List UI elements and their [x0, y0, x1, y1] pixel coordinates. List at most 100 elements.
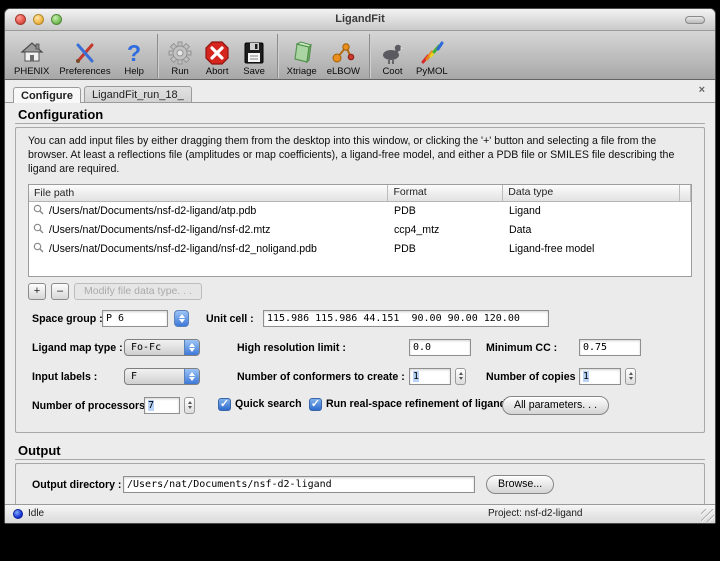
table-body: /Users/nat/Documents/nsf-d2-ligand/atp.p…	[29, 202, 691, 276]
quick-search-checkbox[interactable]: ✓ Quick search	[218, 398, 302, 411]
status-indicator-icon	[13, 509, 23, 519]
form-row-output-dir: Output directory : /Users/nat/Documents/…	[28, 476, 696, 495]
toolbar-item-pymol[interactable]: PyMOL	[411, 37, 453, 79]
toolbar-separator	[277, 34, 278, 78]
conformers-label: Number of conformers to create :	[237, 371, 405, 383]
toolbar-item-xtriage[interactable]: Xtriage	[282, 37, 322, 79]
minimum-cc-label: Minimum CC :	[486, 342, 557, 354]
elbow-molecule-icon	[330, 39, 357, 66]
form-row-input-labels: Input labels : F Number of conformers to…	[28, 368, 696, 387]
format-cell: PDB	[389, 243, 504, 255]
checkbox-check-icon: ✓	[218, 398, 231, 411]
input-labels-dropdown[interactable]: F	[124, 368, 200, 385]
space-group-stepper[interactable]	[174, 310, 189, 327]
toolbar-label: PyMOL	[416, 66, 448, 77]
toolbar-item-preferences[interactable]: Preferences	[54, 37, 115, 79]
column-header-file-path[interactable]: File path	[29, 185, 388, 201]
preferences-tools-icon	[71, 39, 98, 66]
space-group-field[interactable]: P 6	[102, 310, 168, 327]
project-label: Project: nsf-d2-ligand	[488, 508, 583, 519]
title-bar: LigandFit	[5, 9, 715, 31]
data-type-cell: Ligand	[504, 205, 681, 217]
column-header-data-type[interactable]: Data type	[503, 185, 680, 201]
input-labels-value: F	[125, 369, 184, 384]
processors-field[interactable]: 7	[144, 397, 180, 414]
minimum-cc-field[interactable]: 0.75	[579, 339, 641, 356]
svg-text:?: ?	[127, 40, 141, 66]
data-type-cell: Ligand-free model	[504, 243, 681, 255]
format-cell: PDB	[389, 205, 504, 217]
remove-file-button[interactable]: –	[51, 283, 69, 300]
browse-button[interactable]: Browse...	[486, 475, 554, 494]
realspace-refinement-checkbox[interactable]: ✓ Run real-space refinement of ligand	[309, 398, 506, 411]
status-text: Idle	[28, 508, 44, 519]
ligand-map-type-label: Ligand map type :	[32, 342, 123, 354]
table-row[interactable]: /Users/nat/Documents/nsf-d2-ligand/nsf-d…	[29, 240, 691, 259]
run-gear-icon	[167, 39, 194, 66]
close-window-button[interactable]	[15, 14, 26, 25]
minimize-window-button[interactable]	[33, 14, 44, 25]
toolbar-item-phenix[interactable]: PHENIX	[9, 37, 54, 79]
toolbar-label: Run	[171, 66, 188, 77]
tab-ligandfit-run[interactable]: LigandFit_run_18_	[84, 86, 192, 102]
table-row[interactable]: /Users/nat/Documents/nsf-d2-ligand/atp.p…	[29, 202, 691, 221]
help-question-icon: ?	[121, 39, 148, 66]
file-path-cell: /Users/nat/Documents/nsf-d2-ligand/nsf-d…	[49, 224, 270, 236]
processors-stepper[interactable]	[184, 397, 195, 414]
tab-bar: Configure LigandFit_run_18_ ×	[5, 83, 715, 103]
heading-rule	[15, 123, 705, 124]
output-directory-label: Output directory :	[32, 479, 121, 491]
file-path-cell: /Users/nat/Documents/nsf-d2-ligand/atp.p…	[49, 205, 256, 217]
tab-configure[interactable]: Configure	[13, 87, 81, 103]
ligand-map-type-value: Fo-Fc	[125, 340, 184, 355]
toolbar-label: PHENIX	[14, 66, 49, 77]
toolbar-item-save[interactable]: Save	[236, 37, 273, 79]
processors-label: Number of processors :	[32, 400, 152, 412]
traffic-lights	[15, 14, 62, 25]
quick-search-label: Quick search	[235, 398, 302, 410]
magnifier-icon	[33, 204, 44, 218]
toolbar-label: Help	[124, 66, 144, 77]
pymol-sticks-icon	[418, 39, 445, 66]
save-floppy-icon	[241, 39, 268, 66]
toolbar-label: Abort	[206, 66, 229, 77]
all-parameters-button[interactable]: All parameters. . .	[502, 396, 609, 415]
format-cell: ccp4_mtz	[389, 224, 504, 236]
resize-grip[interactable]	[701, 509, 714, 522]
window-title: LigandFit	[5, 9, 715, 30]
conformers-stepper[interactable]	[455, 368, 466, 385]
high-resolution-limit-label: High resolution limit :	[237, 342, 346, 354]
magnifier-icon	[33, 242, 44, 256]
unit-cell-field[interactable]: 115.986 115.986 44.151 90.00 90.00 120.0…	[263, 310, 549, 327]
toolbar-label: Xtriage	[287, 66, 317, 77]
input-files-table: File path Format Data type /Users/nat/Do…	[28, 184, 692, 277]
conformers-field[interactable]: 1	[409, 368, 451, 385]
toolbar-label: Coot	[382, 66, 402, 77]
dropdown-stepper-icon	[184, 369, 199, 384]
zoom-window-button[interactable]	[51, 14, 62, 25]
high-resolution-limit-field[interactable]: 0.0	[409, 339, 471, 356]
toolbar-item-abort[interactable]: Abort	[199, 37, 236, 79]
toolbar-toggle-button[interactable]	[685, 16, 705, 24]
ligand-map-type-dropdown[interactable]: Fo-Fc	[124, 339, 200, 356]
column-header-format[interactable]: Format	[388, 185, 503, 201]
tab-close-icon[interactable]: ×	[699, 85, 705, 96]
output-directory-field[interactable]: /Users/nat/Documents/nsf-d2-ligand	[123, 476, 475, 493]
copies-stepper[interactable]	[625, 368, 636, 385]
form-row-processors: Number of processors : 7 ✓ Quick search …	[28, 397, 696, 416]
add-file-button[interactable]: +	[28, 283, 46, 300]
table-row[interactable]: /Users/nat/Documents/nsf-d2-ligand/nsf-d…	[29, 221, 691, 240]
copies-field[interactable]: 1	[579, 368, 621, 385]
instructions-text: You can add input files by either draggi…	[28, 135, 692, 177]
toolbar-separator	[369, 34, 370, 78]
copies-value: 1	[583, 371, 589, 382]
configuration-heading: Configuration	[18, 107, 715, 122]
checkbox-check-icon: ✓	[309, 398, 322, 411]
copies-label: Number of copies :	[486, 371, 582, 383]
toolbar-item-help[interactable]: ? Help	[116, 37, 153, 79]
toolbar-item-elbow[interactable]: eLBOW	[322, 37, 365, 79]
configuration-panel: You can add input files by either draggi…	[15, 127, 705, 433]
toolbar-item-coot[interactable]: Coot	[374, 37, 411, 79]
app-window: LigandFit PHENIX Preferences ? Help	[4, 8, 716, 524]
toolbar-item-run[interactable]: Run	[162, 37, 199, 79]
